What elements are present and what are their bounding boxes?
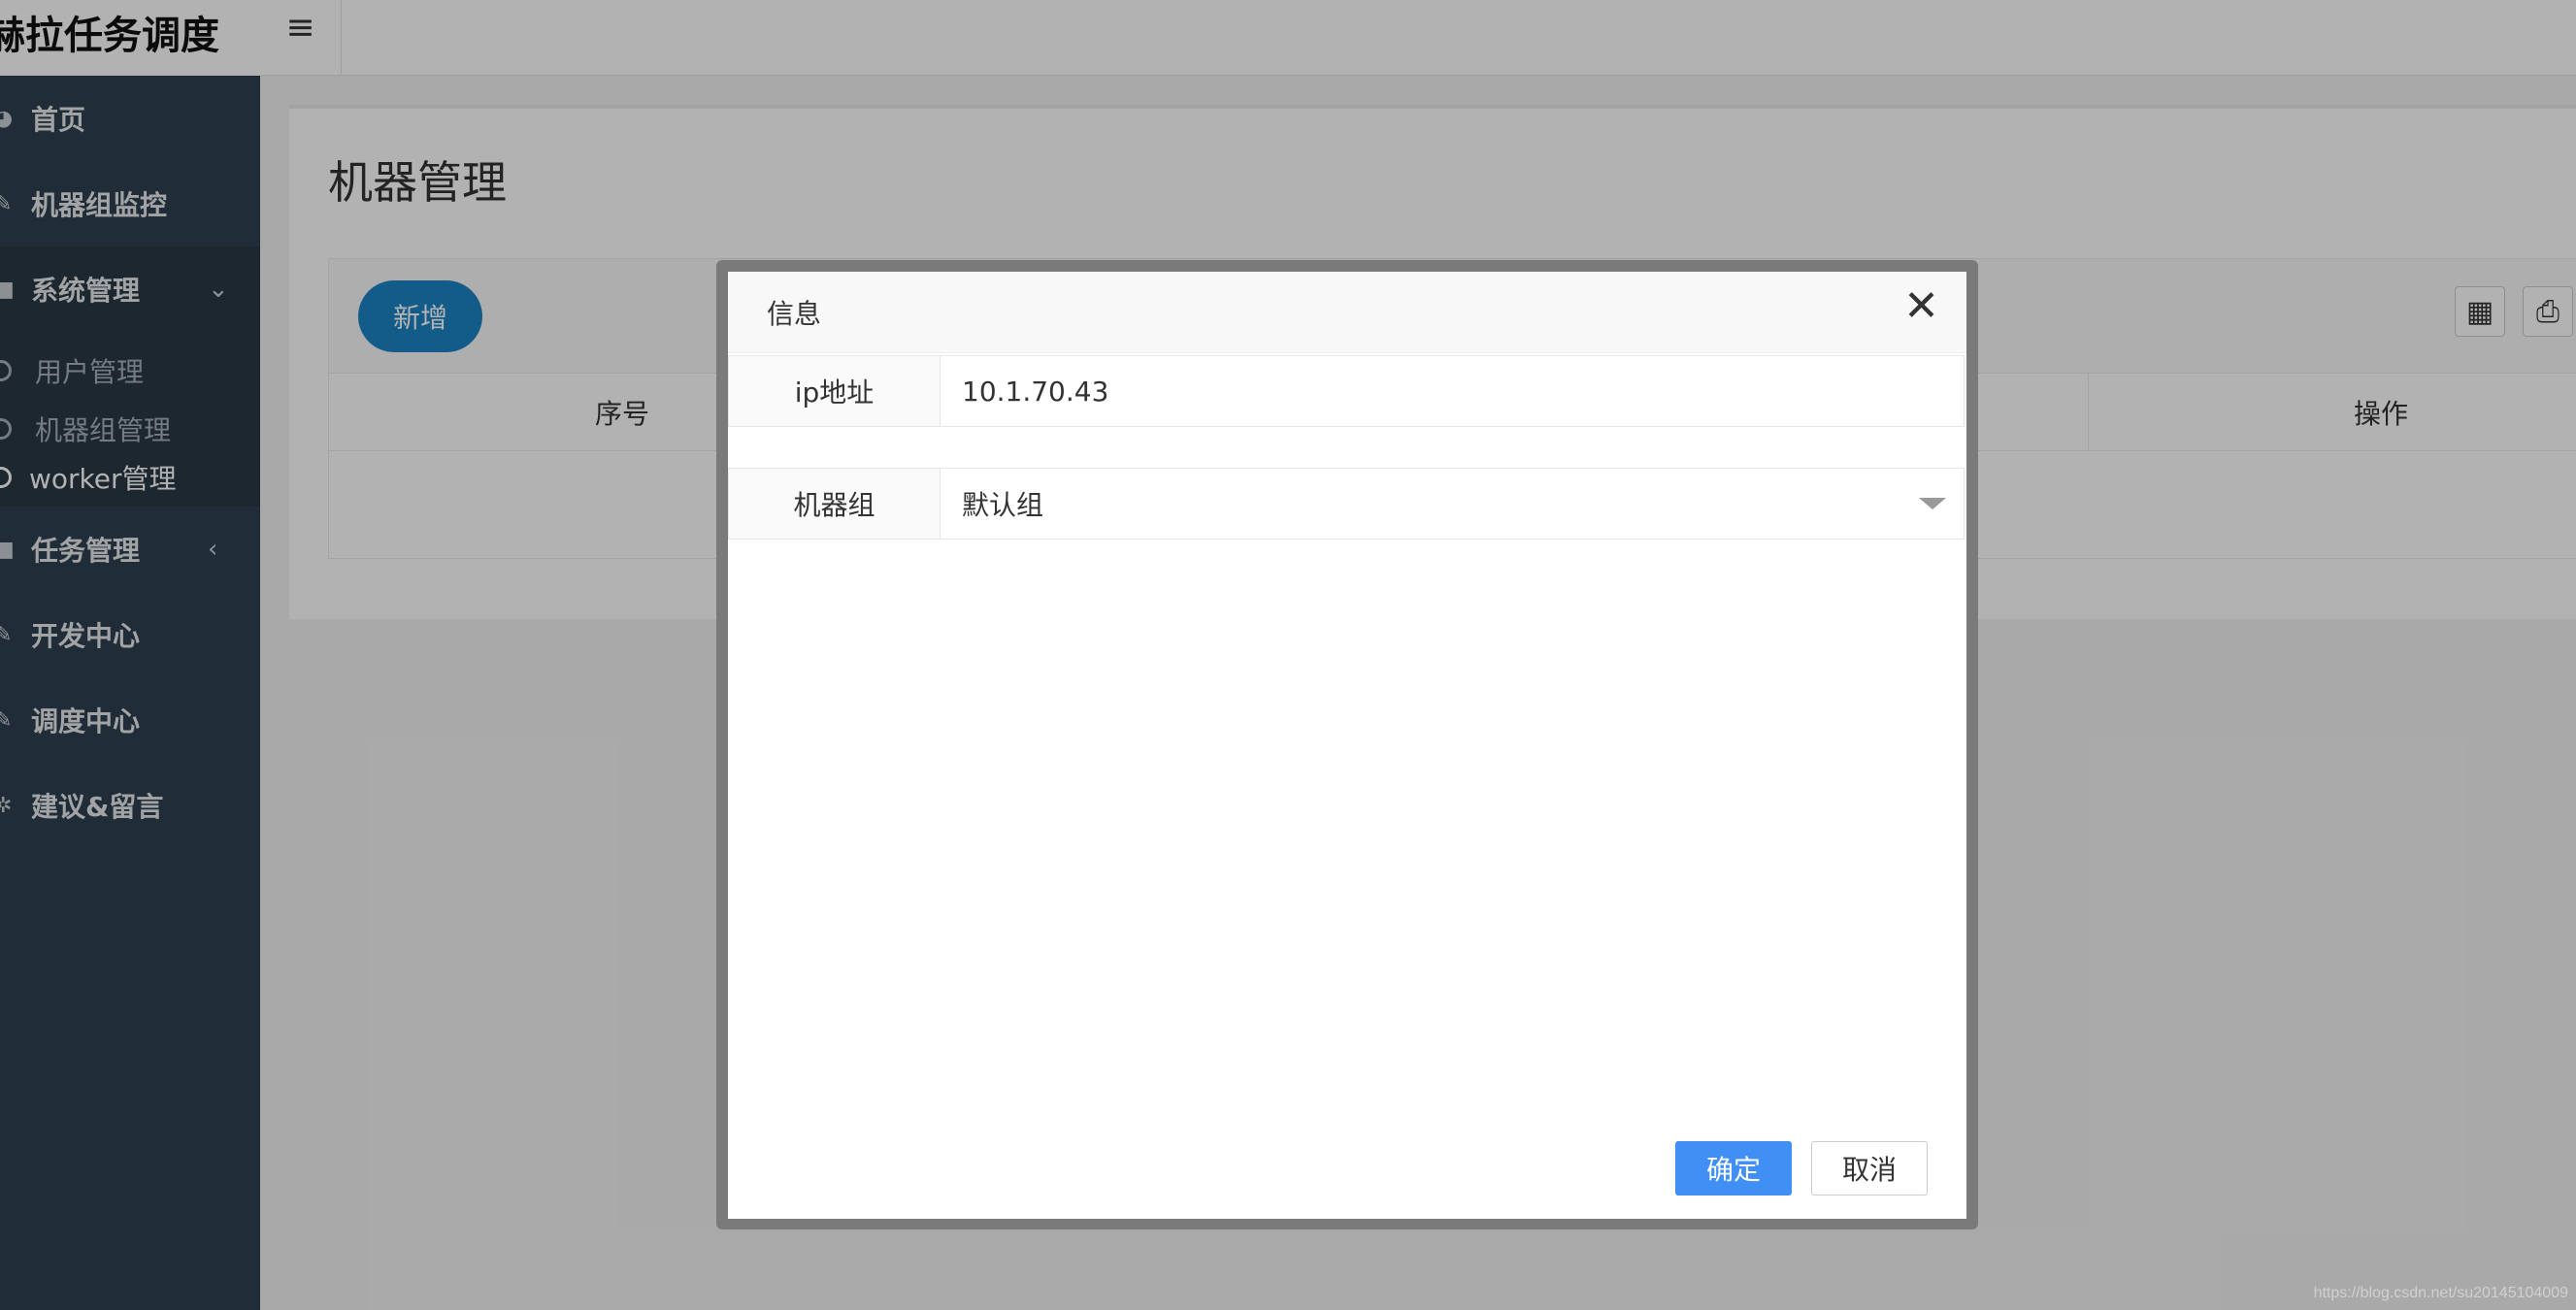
info-dialog: 信息 ✕ ip地址 10.1.70.43 机器组 默认组 确定 取消 bbox=[728, 272, 1966, 1219]
form-row-ip: ip地址 10.1.70.43 bbox=[728, 355, 1965, 427]
ip-input[interactable]: 10.1.70.43 bbox=[962, 356, 1108, 426]
group-label: 机器组 bbox=[729, 469, 941, 539]
dialog-title: 信息 bbox=[767, 298, 822, 330]
confirm-button[interactable]: 确定 bbox=[1675, 1141, 1792, 1195]
group-select[interactable]: 默认组 bbox=[962, 469, 1043, 539]
form-row-group: 机器组 默认组 bbox=[728, 468, 1965, 540]
ip-label: ip地址 bbox=[729, 356, 941, 426]
watermark: https://blog.csdn.net/su20145104009 bbox=[2313, 1285, 2568, 1301]
caret-down-icon[interactable] bbox=[1919, 498, 1946, 509]
close-icon[interactable]: ✕ bbox=[1903, 285, 1939, 328]
cancel-button[interactable]: 取消 bbox=[1811, 1141, 1928, 1195]
dialog-header: 信息 ✕ bbox=[728, 272, 1966, 353]
